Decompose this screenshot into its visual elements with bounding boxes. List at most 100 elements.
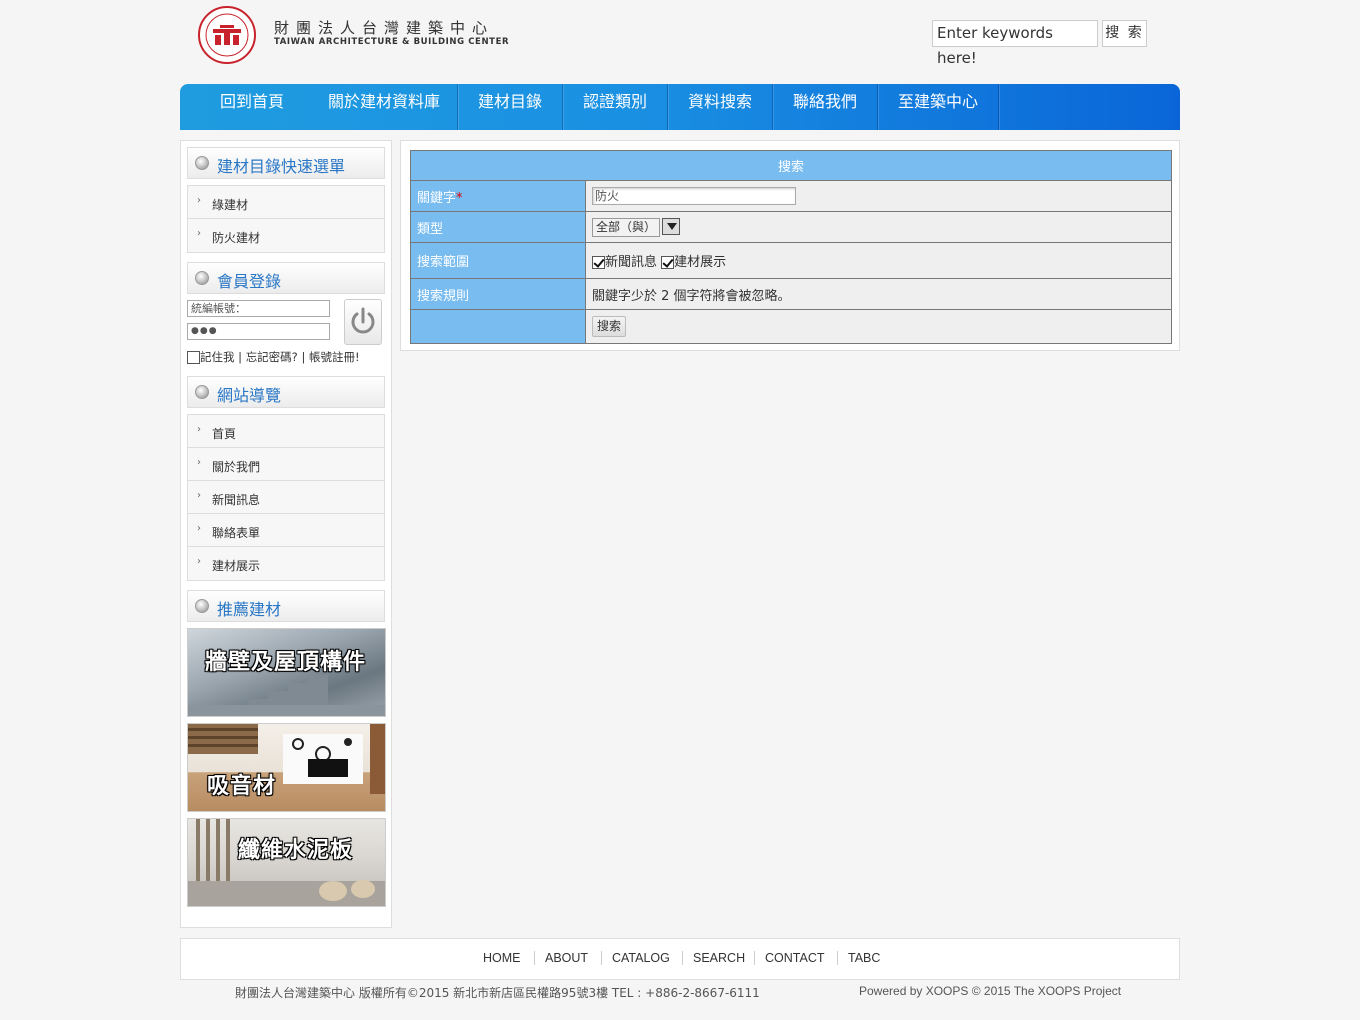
scope-news-checkbox[interactable] — [592, 256, 605, 269]
footer-link-tabc[interactable]: TABC — [837, 951, 890, 965]
sitenav-item-contact-form[interactable]: › 聯絡表單 — [188, 514, 384, 547]
separator: | — [301, 350, 309, 364]
chevron-right-icon: › — [197, 228, 201, 239]
main-content: 搜索 關鍵字* 防火 類型 全部（與） 搜索範圍 新聞訊息 建材展示 搜索規則 — [400, 140, 1180, 351]
nav-item-certification[interactable]: 認證類別 — [563, 84, 668, 130]
login-title-bar: 會員登錄 — [187, 262, 385, 294]
footer-link-home[interactable]: HOME — [473, 951, 531, 965]
menu-item-label: 綠建材 — [212, 198, 249, 212]
sitenav-item-about[interactable]: › 關於我們 — [188, 448, 384, 481]
menu-item-label: 關於我們 — [212, 460, 261, 474]
rules-label: 搜索規則 — [410, 278, 586, 310]
rules-text: 關鍵字少於 2 個字符將會被忽略。 — [585, 278, 1172, 310]
scope-materials-label: 建材展示 — [674, 255, 727, 270]
recommend-banner-label: 纖維水泥板 — [238, 838, 354, 863]
footer-link-search[interactable]: SEARCH — [682, 951, 755, 965]
login-title: 會員登錄 — [217, 272, 282, 291]
menu-item-label: 首頁 — [212, 427, 237, 441]
chevron-right-icon: › — [197, 424, 201, 435]
left-sidebar: 建材目錄快速選單 › 綠建材 › 防火建材 會員登錄 統編帳號： ●●● 記住我… — [180, 140, 392, 928]
menu-item-label: 防火建材 — [212, 231, 261, 245]
search-form-title: 搜索 — [410, 150, 1172, 181]
keyword-label: 關鍵字 — [417, 190, 457, 206]
empty-label-cell — [410, 309, 586, 344]
login-username-placeholder: 統編帳號： — [191, 302, 246, 315]
scope-news-label: 新聞訊息 — [605, 255, 658, 270]
menu-item-label: 建材展示 — [212, 559, 261, 573]
type-select[interactable]: 全部（與） — [592, 217, 661, 237]
register-link[interactable]: 帳號註冊! — [309, 350, 360, 364]
nav-item-catalog[interactable]: 建材目錄 — [458, 84, 563, 130]
recommend-banner-walls-roofs[interactable]: 牆壁及屋頂構件 — [187, 628, 386, 717]
quick-menu-item-fireproof-materials[interactable]: › 防火建材 — [188, 219, 384, 252]
recommend-banner-fiber-cement[interactable]: 纖維水泥板 — [187, 818, 386, 907]
footer-link-about[interactable]: ABOUT — [534, 951, 598, 965]
org-name-en: TAIWAN ARCHITECTURE & BUILDING CENTER — [274, 37, 510, 47]
main-nav: 回到首頁 關於建材資料庫 建材目錄 認證類別 資料搜索 聯絡我們 至建築中心 — [180, 84, 1180, 130]
footer-nav-bar: HOME ABOUT CATALOG SEARCH CONTACT TABC — [180, 938, 1180, 980]
scope-value-cell: 新聞訊息 建材展示 — [585, 242, 1172, 279]
quick-menu-title: 建材目錄快速選單 — [217, 157, 346, 176]
remember-me-checkbox[interactable] — [187, 351, 200, 364]
footer-link-catalog[interactable]: CATALOG — [601, 951, 680, 965]
required-mark: * — [456, 190, 463, 206]
org-logo-icon[interactable] — [196, 5, 258, 65]
bullet-icon — [195, 385, 209, 399]
scope-materials-checkbox[interactable] — [661, 256, 675, 269]
sitenav-item-home[interactable]: › 首頁 — [188, 415, 384, 448]
sitenav-title-bar: 網站導覽 — [187, 376, 385, 408]
chevron-right-icon: › — [197, 556, 201, 567]
recommend-banner-label: 牆壁及屋頂構件 — [205, 650, 367, 675]
scope-label: 搜索範圍 — [410, 242, 586, 279]
type-value-cell: 全部（與） — [585, 211, 1172, 243]
org-name-cn: 財團法人台灣建築中心 — [274, 19, 495, 37]
separator: | — [238, 350, 246, 364]
recommend-title-bar: 推薦建材 — [187, 590, 385, 622]
nav-item-about-database[interactable]: 關於建材資料庫 — [311, 84, 458, 130]
site-header: 財團法人台灣建築中心 TAIWAN ARCHITECTURE & BUILDIN… — [180, 0, 1180, 84]
dropdown-arrow-icon[interactable] — [662, 217, 681, 235]
keyword-input[interactable]: 防火 — [592, 187, 796, 205]
recommend-banner-label: 吸音材 — [207, 774, 277, 799]
footer-link-contact[interactable]: CONTACT — [754, 951, 835, 965]
recommend-title: 推薦建材 — [217, 600, 282, 619]
nav-item-building-center[interactable]: 至建築中心 — [878, 84, 999, 130]
chevron-right-icon: › — [197, 457, 201, 468]
keyword-label-cell: 關鍵字* — [410, 180, 586, 212]
recommend-banner-sound-absorbing[interactable]: 吸音材 — [187, 723, 386, 812]
chevron-right-icon: › — [197, 490, 201, 501]
quick-menu-title-bar: 建材目錄快速選單 — [187, 147, 385, 179]
nav-item-search[interactable]: 資料搜索 — [668, 84, 773, 130]
bullet-icon — [195, 156, 209, 170]
search-form: 搜索 關鍵字* 防火 類型 全部（與） 搜索範圍 新聞訊息 建材展示 搜索規則 — [410, 150, 1172, 344]
site-search-input[interactable]: Enter keywords here! — [932, 20, 1098, 67]
quick-menu-list: › 綠建材 › 防火建材 — [187, 185, 385, 253]
powered-by-text: Powered by XOOPS © 2015 The XOOPS Projec… — [859, 984, 1122, 998]
site-search-placeholder: Enter keywords here! — [937, 24, 1053, 67]
nav-item-contact[interactable]: 聯絡我們 — [773, 84, 878, 130]
menu-item-label: 新聞訊息 — [212, 493, 261, 507]
chevron-right-icon: › — [197, 523, 201, 534]
menu-item-label: 聯絡表單 — [212, 526, 261, 540]
sitenav-title: 網站導覽 — [217, 386, 282, 405]
forgot-password-link[interactable]: 忘記密碼? — [246, 350, 298, 364]
login-links: 記住我 | 忘記密碼? | 帳號註冊! — [187, 349, 360, 365]
login-password-input[interactable]: ●●● — [187, 323, 330, 340]
type-label: 類型 — [410, 211, 586, 243]
search-submit-button[interactable]: 搜索 — [592, 316, 627, 337]
power-icon — [351, 307, 375, 334]
sitenav-item-news[interactable]: › 新聞訊息 — [188, 481, 384, 514]
nav-item-home[interactable]: 回到首頁 — [200, 84, 324, 130]
sitenav-item-materials[interactable]: › 建材展示 — [188, 547, 384, 580]
chevron-right-icon: › — [197, 195, 201, 206]
site-search-button[interactable]: 搜 索 — [1102, 20, 1147, 47]
quick-menu-item-green-materials[interactable]: › 綠建材 — [188, 186, 384, 219]
remember-me-label: 記住我 — [200, 350, 235, 364]
login-username-input[interactable]: 統編帳號： — [187, 300, 330, 317]
copyright-text: 財團法人台灣建築中心 版權所有©2015 新北市新店區民權路95號3樓 TEL … — [235, 986, 760, 1000]
bullet-icon — [195, 271, 209, 285]
login-submit-button[interactable] — [344, 299, 382, 345]
keyword-value-cell: 防火 — [585, 180, 1172, 212]
sitenav-list: › 首頁 › 關於我們 › 新聞訊息 › 聯絡表單 › 建材展示 — [187, 414, 385, 581]
bullet-icon — [195, 599, 209, 613]
